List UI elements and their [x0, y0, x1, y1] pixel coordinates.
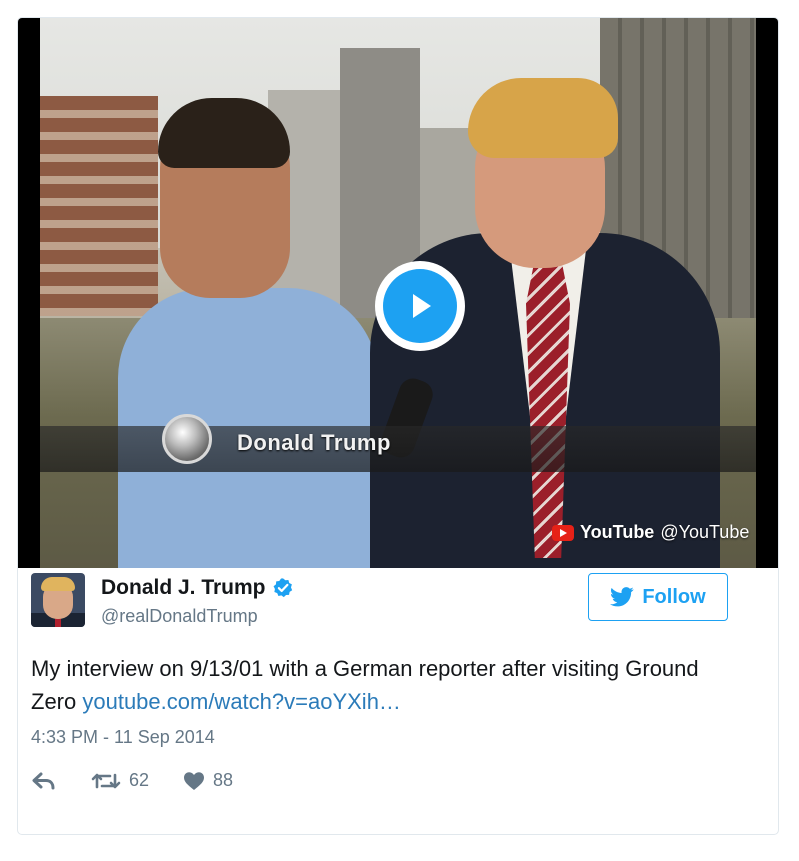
play-icon: [383, 269, 457, 343]
play-button[interactable]: [375, 261, 465, 351]
like-count: 88: [213, 770, 234, 790]
video-frame: Donald Trump YouTube @YouTube: [40, 18, 756, 568]
tweet-actions: 62 88: [31, 770, 233, 791]
youtube-provider-handle: @YouTube: [660, 522, 750, 542]
retweet-icon: [91, 773, 121, 788]
follow-label: Follow: [642, 585, 706, 608]
like-button[interactable]: 88: [183, 770, 233, 791]
lower-third-globe-icon: [162, 414, 212, 464]
twitter-bird-icon: [610, 587, 634, 607]
video-embed[interactable]: Donald Trump YouTube @YouTube: [18, 18, 778, 568]
interviewee-hair: [468, 78, 618, 158]
verified-badge-icon: [273, 578, 292, 598]
display-name[interactable]: Donald J. Trump: [101, 576, 266, 600]
tweet-link[interactable]: youtube.com/watch?v=aoYXih…: [82, 689, 401, 714]
author-info[interactable]: Donald J. Trump @realDonaldTrump: [101, 576, 294, 627]
reply-button[interactable]: [31, 771, 57, 791]
retweet-count: 62: [129, 770, 150, 790]
youtube-attribution[interactable]: YouTube @YouTube: [552, 522, 749, 543]
heart-icon: [184, 771, 205, 790]
user-handle[interactable]: @realDonaldTrump: [101, 606, 294, 627]
tweet-timestamp[interactable]: 4:33 PM - 11 Sep 2014: [31, 727, 215, 748]
building: [40, 96, 158, 316]
youtube-provider-name: YouTube: [580, 522, 655, 542]
avatar[interactable]: [31, 573, 85, 627]
display-name-row: Donald J. Trump: [101, 576, 294, 600]
lower-third-name: Donald Trump: [237, 430, 391, 455]
follow-button[interactable]: Follow: [588, 573, 728, 621]
tweet-text: My interview on 9/13/01 with a German re…: [31, 652, 731, 718]
youtube-logo-icon: [552, 524, 574, 541]
avatar-hair: [41, 577, 75, 591]
retweet-button[interactable]: 62: [91, 770, 149, 791]
lower-third-banner: [40, 426, 756, 472]
reply-icon: [32, 772, 55, 789]
